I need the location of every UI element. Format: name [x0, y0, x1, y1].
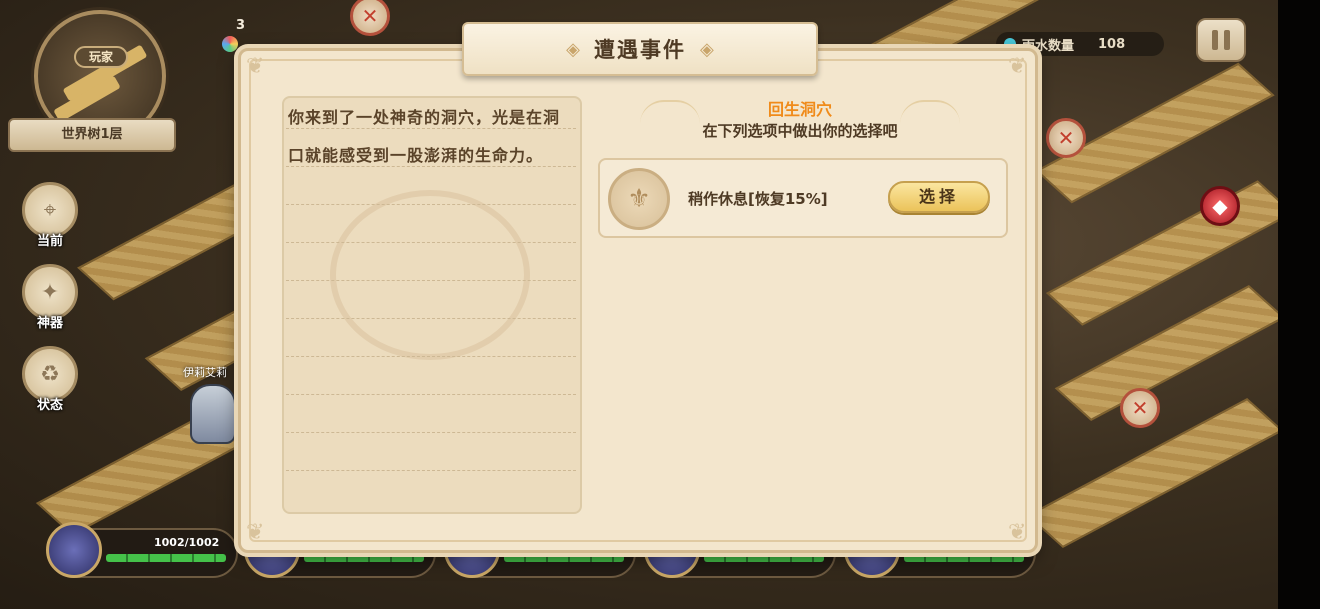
- ruled-line: [286, 470, 576, 471]
- ruled-line: [286, 280, 576, 281]
- ruled-line: [286, 394, 576, 395]
- star-compass-icon: ✦: [40, 279, 60, 305]
- gem-count: 3: [236, 18, 246, 33]
- battle-node-icon[interactable]: ✕: [350, 0, 390, 36]
- dialog-title: 遭遇事件: [594, 38, 686, 62]
- floor-banner: 世界树1层: [8, 118, 176, 152]
- dialog-title-plate: ◈ 遭遇事件 ◈: [462, 22, 818, 76]
- choice-instruction: 在下列选项中做出你的选择吧: [702, 122, 898, 140]
- current-location-label: 当前: [36, 234, 63, 249]
- hero-hp-bar: [304, 554, 424, 562]
- gem-icon: [222, 36, 238, 52]
- corner-ornament-icon: ❦: [246, 54, 265, 79]
- ruled-line: [286, 356, 576, 357]
- location-pin-icon: ⌖: [43, 197, 57, 223]
- diamond-ornament-icon: ◈: [566, 38, 580, 60]
- hero-name-tag: 伊莉艾莉: [183, 366, 227, 379]
- story-text: 你来到了一处神奇的洞穴，光是在洞口就能感受到一股澎湃的生命力。: [288, 108, 561, 165]
- battle-node-icon[interactable]: ✕: [1120, 388, 1160, 428]
- choose-button[interactable]: 选择: [888, 181, 990, 213]
- corner-ornament-icon: ❦: [246, 520, 265, 545]
- fleur-emblem-icon: ⚜: [608, 168, 670, 230]
- battle-node-icon[interactable]: ✕: [1046, 118, 1086, 158]
- event-location-name: 回生洞穴: [767, 100, 832, 119]
- hero-hp-bar: [504, 554, 624, 562]
- ruled-line: [286, 432, 576, 433]
- corner-ornament-icon: ❦: [1008, 520, 1027, 545]
- screen-edge: [1278, 0, 1320, 609]
- hero-portrait: [46, 522, 102, 578]
- emblem-watermark: [330, 190, 530, 360]
- pause-button[interactable]: [1196, 18, 1246, 62]
- status-label: 状态: [36, 398, 63, 413]
- option-label: 稍作休息[恢复15%]: [688, 190, 828, 208]
- hero-hp-bar: [106, 554, 226, 562]
- boss-node-icon[interactable]: ◆: [1200, 186, 1240, 226]
- corner-ornament-icon: ❦: [1008, 54, 1027, 79]
- hero-sprite[interactable]: [190, 384, 236, 444]
- ruled-line: [286, 318, 576, 319]
- hero-hp-bar: [904, 554, 1024, 562]
- hero-hp-text: 1002/1002: [154, 536, 220, 549]
- hero-hp-bar: [704, 554, 824, 562]
- diamond-ornament-icon: ◈: [700, 38, 714, 60]
- party-member-card[interactable]: 1002/1002: [46, 522, 238, 578]
- ruled-line: [286, 242, 576, 243]
- pause-icon: [1224, 30, 1230, 50]
- minimap-player-label: 玩家: [74, 46, 128, 68]
- artifact-label: 神器: [36, 316, 63, 331]
- pause-icon: [1212, 30, 1218, 50]
- water-value: 108: [1098, 36, 1126, 52]
- ruled-line: [286, 204, 576, 205]
- recycle-icon: ♻: [40, 361, 60, 387]
